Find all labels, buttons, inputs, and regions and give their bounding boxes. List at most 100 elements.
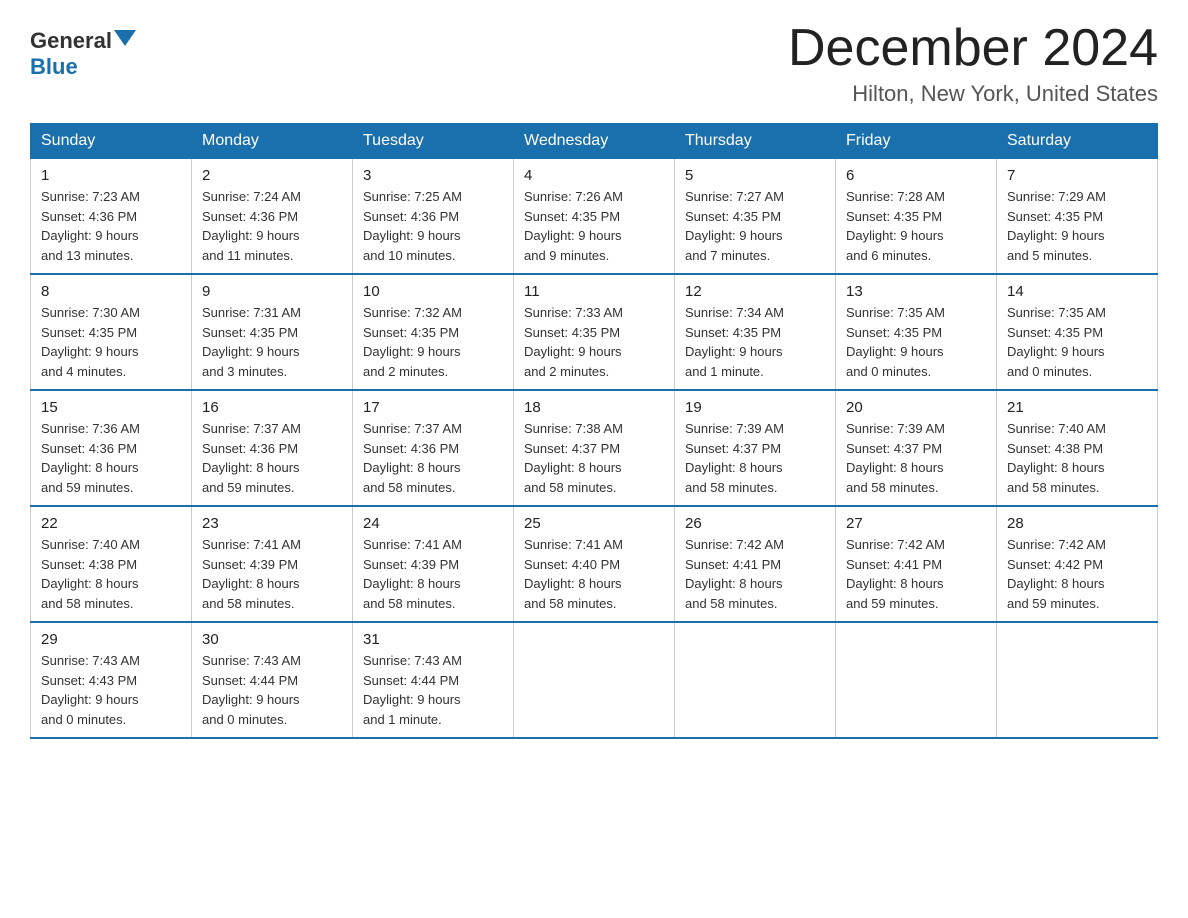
logo-blue-text: Blue — [30, 54, 78, 80]
day-info: Sunrise: 7:25 AM Sunset: 4:36 PM Dayligh… — [363, 187, 503, 265]
day-number: 12 — [685, 283, 825, 300]
calendar-cell-w4-d6: 28 Sunrise: 7:42 AM Sunset: 4:42 PM Dayl… — [997, 506, 1158, 622]
header-tuesday: Tuesday — [353, 124, 514, 159]
calendar-cell-w2-d5: 13 Sunrise: 7:35 AM Sunset: 4:35 PM Dayl… — [836, 274, 997, 390]
day-info: Sunrise: 7:41 AM Sunset: 4:39 PM Dayligh… — [202, 535, 342, 613]
calendar-cell-w3-d6: 21 Sunrise: 7:40 AM Sunset: 4:38 PM Dayl… — [997, 390, 1158, 506]
calendar-cell-w3-d5: 20 Sunrise: 7:39 AM Sunset: 4:37 PM Dayl… — [836, 390, 997, 506]
day-number: 26 — [685, 515, 825, 532]
header-monday: Monday — [192, 124, 353, 159]
calendar-cell-w5-d3 — [514, 622, 675, 738]
calendar-cell-w1-d0: 1 Sunrise: 7:23 AM Sunset: 4:36 PM Dayli… — [31, 159, 192, 275]
day-info: Sunrise: 7:41 AM Sunset: 4:40 PM Dayligh… — [524, 535, 664, 613]
day-number: 29 — [41, 631, 181, 648]
calendar-week-1: 1 Sunrise: 7:23 AM Sunset: 4:36 PM Dayli… — [31, 159, 1158, 275]
day-info: Sunrise: 7:42 AM Sunset: 4:41 PM Dayligh… — [846, 535, 986, 613]
calendar-cell-w4-d5: 27 Sunrise: 7:42 AM Sunset: 4:41 PM Dayl… — [836, 506, 997, 622]
calendar-week-2: 8 Sunrise: 7:30 AM Sunset: 4:35 PM Dayli… — [31, 274, 1158, 390]
day-number: 4 — [524, 167, 664, 184]
day-info: Sunrise: 7:34 AM Sunset: 4:35 PM Dayligh… — [685, 303, 825, 381]
day-info: Sunrise: 7:39 AM Sunset: 4:37 PM Dayligh… — [685, 419, 825, 497]
day-number: 2 — [202, 167, 342, 184]
day-number: 21 — [1007, 399, 1147, 416]
calendar-cell-w3-d2: 17 Sunrise: 7:37 AM Sunset: 4:36 PM Dayl… — [353, 390, 514, 506]
day-number: 30 — [202, 631, 342, 648]
logo: General Blue — [30, 28, 136, 80]
header-wednesday: Wednesday — [514, 124, 675, 159]
calendar-table: Sunday Monday Tuesday Wednesday Thursday… — [30, 123, 1158, 739]
day-number: 22 — [41, 515, 181, 532]
calendar-cell-w2-d1: 9 Sunrise: 7:31 AM Sunset: 4:35 PM Dayli… — [192, 274, 353, 390]
day-info: Sunrise: 7:23 AM Sunset: 4:36 PM Dayligh… — [41, 187, 181, 265]
calendar-cell-w1-d3: 4 Sunrise: 7:26 AM Sunset: 4:35 PM Dayli… — [514, 159, 675, 275]
calendar-cell-w5-d5 — [836, 622, 997, 738]
logo-general-text: General — [30, 28, 112, 54]
calendar-cell-w2-d0: 8 Sunrise: 7:30 AM Sunset: 4:35 PM Dayli… — [31, 274, 192, 390]
day-number: 19 — [685, 399, 825, 416]
day-info: Sunrise: 7:33 AM Sunset: 4:35 PM Dayligh… — [524, 303, 664, 381]
day-number: 13 — [846, 283, 986, 300]
day-info: Sunrise: 7:32 AM Sunset: 4:35 PM Dayligh… — [363, 303, 503, 381]
day-number: 6 — [846, 167, 986, 184]
calendar-cell-w1-d5: 6 Sunrise: 7:28 AM Sunset: 4:35 PM Dayli… — [836, 159, 997, 275]
day-number: 3 — [363, 167, 503, 184]
calendar-cell-w3-d4: 19 Sunrise: 7:39 AM Sunset: 4:37 PM Dayl… — [675, 390, 836, 506]
calendar-cell-w4-d0: 22 Sunrise: 7:40 AM Sunset: 4:38 PM Dayl… — [31, 506, 192, 622]
calendar-cell-w5-d6 — [997, 622, 1158, 738]
day-info: Sunrise: 7:26 AM Sunset: 4:35 PM Dayligh… — [524, 187, 664, 265]
header-friday: Friday — [836, 124, 997, 159]
day-info: Sunrise: 7:38 AM Sunset: 4:37 PM Dayligh… — [524, 419, 664, 497]
month-title: December 2024 — [788, 20, 1158, 77]
header-sunday: Sunday — [31, 124, 192, 159]
calendar-cell-w1-d2: 3 Sunrise: 7:25 AM Sunset: 4:36 PM Dayli… — [353, 159, 514, 275]
day-number: 23 — [202, 515, 342, 532]
day-number: 31 — [363, 631, 503, 648]
calendar-cell-w2-d4: 12 Sunrise: 7:34 AM Sunset: 4:35 PM Dayl… — [675, 274, 836, 390]
calendar-cell-w5-d2: 31 Sunrise: 7:43 AM Sunset: 4:44 PM Dayl… — [353, 622, 514, 738]
day-number: 17 — [363, 399, 503, 416]
calendar-cell-w5-d1: 30 Sunrise: 7:43 AM Sunset: 4:44 PM Dayl… — [192, 622, 353, 738]
day-info: Sunrise: 7:35 AM Sunset: 4:35 PM Dayligh… — [1007, 303, 1147, 381]
day-info: Sunrise: 7:41 AM Sunset: 4:39 PM Dayligh… — [363, 535, 503, 613]
day-number: 7 — [1007, 167, 1147, 184]
day-info: Sunrise: 7:40 AM Sunset: 4:38 PM Dayligh… — [41, 535, 181, 613]
day-number: 18 — [524, 399, 664, 416]
calendar-cell-w1-d1: 2 Sunrise: 7:24 AM Sunset: 4:36 PM Dayli… — [192, 159, 353, 275]
header-thursday: Thursday — [675, 124, 836, 159]
calendar-week-3: 15 Sunrise: 7:36 AM Sunset: 4:36 PM Dayl… — [31, 390, 1158, 506]
day-info: Sunrise: 7:43 AM Sunset: 4:44 PM Dayligh… — [202, 651, 342, 729]
day-number: 14 — [1007, 283, 1147, 300]
day-number: 24 — [363, 515, 503, 532]
day-number: 15 — [41, 399, 181, 416]
day-info: Sunrise: 7:28 AM Sunset: 4:35 PM Dayligh… — [846, 187, 986, 265]
calendar-cell-w2-d2: 10 Sunrise: 7:32 AM Sunset: 4:35 PM Dayl… — [353, 274, 514, 390]
title-area: December 2024 Hilton, New York, United S… — [788, 20, 1158, 107]
day-info: Sunrise: 7:30 AM Sunset: 4:35 PM Dayligh… — [41, 303, 181, 381]
day-info: Sunrise: 7:35 AM Sunset: 4:35 PM Dayligh… — [846, 303, 986, 381]
header-saturday: Saturday — [997, 124, 1158, 159]
day-number: 27 — [846, 515, 986, 532]
day-info: Sunrise: 7:37 AM Sunset: 4:36 PM Dayligh… — [202, 419, 342, 497]
calendar-cell-w2-d3: 11 Sunrise: 7:33 AM Sunset: 4:35 PM Dayl… — [514, 274, 675, 390]
day-info: Sunrise: 7:43 AM Sunset: 4:43 PM Dayligh… — [41, 651, 181, 729]
day-number: 25 — [524, 515, 664, 532]
calendar-cell-w3-d0: 15 Sunrise: 7:36 AM Sunset: 4:36 PM Dayl… — [31, 390, 192, 506]
calendar-cell-w1-d6: 7 Sunrise: 7:29 AM Sunset: 4:35 PM Dayli… — [997, 159, 1158, 275]
calendar-cell-w4-d3: 25 Sunrise: 7:41 AM Sunset: 4:40 PM Dayl… — [514, 506, 675, 622]
logo-triangle-icon — [114, 30, 136, 52]
day-number: 20 — [846, 399, 986, 416]
day-info: Sunrise: 7:29 AM Sunset: 4:35 PM Dayligh… — [1007, 187, 1147, 265]
day-number: 16 — [202, 399, 342, 416]
calendar-header-row: Sunday Monday Tuesday Wednesday Thursday… — [31, 124, 1158, 159]
day-number: 5 — [685, 167, 825, 184]
day-info: Sunrise: 7:37 AM Sunset: 4:36 PM Dayligh… — [363, 419, 503, 497]
day-info: Sunrise: 7:42 AM Sunset: 4:41 PM Dayligh… — [685, 535, 825, 613]
calendar-week-4: 22 Sunrise: 7:40 AM Sunset: 4:38 PM Dayl… — [31, 506, 1158, 622]
calendar-cell-w1-d4: 5 Sunrise: 7:27 AM Sunset: 4:35 PM Dayli… — [675, 159, 836, 275]
calendar-cell-w4-d2: 24 Sunrise: 7:41 AM Sunset: 4:39 PM Dayl… — [353, 506, 514, 622]
day-number: 28 — [1007, 515, 1147, 532]
day-number: 9 — [202, 283, 342, 300]
day-info: Sunrise: 7:42 AM Sunset: 4:42 PM Dayligh… — [1007, 535, 1147, 613]
day-info: Sunrise: 7:40 AM Sunset: 4:38 PM Dayligh… — [1007, 419, 1147, 497]
day-info: Sunrise: 7:39 AM Sunset: 4:37 PM Dayligh… — [846, 419, 986, 497]
